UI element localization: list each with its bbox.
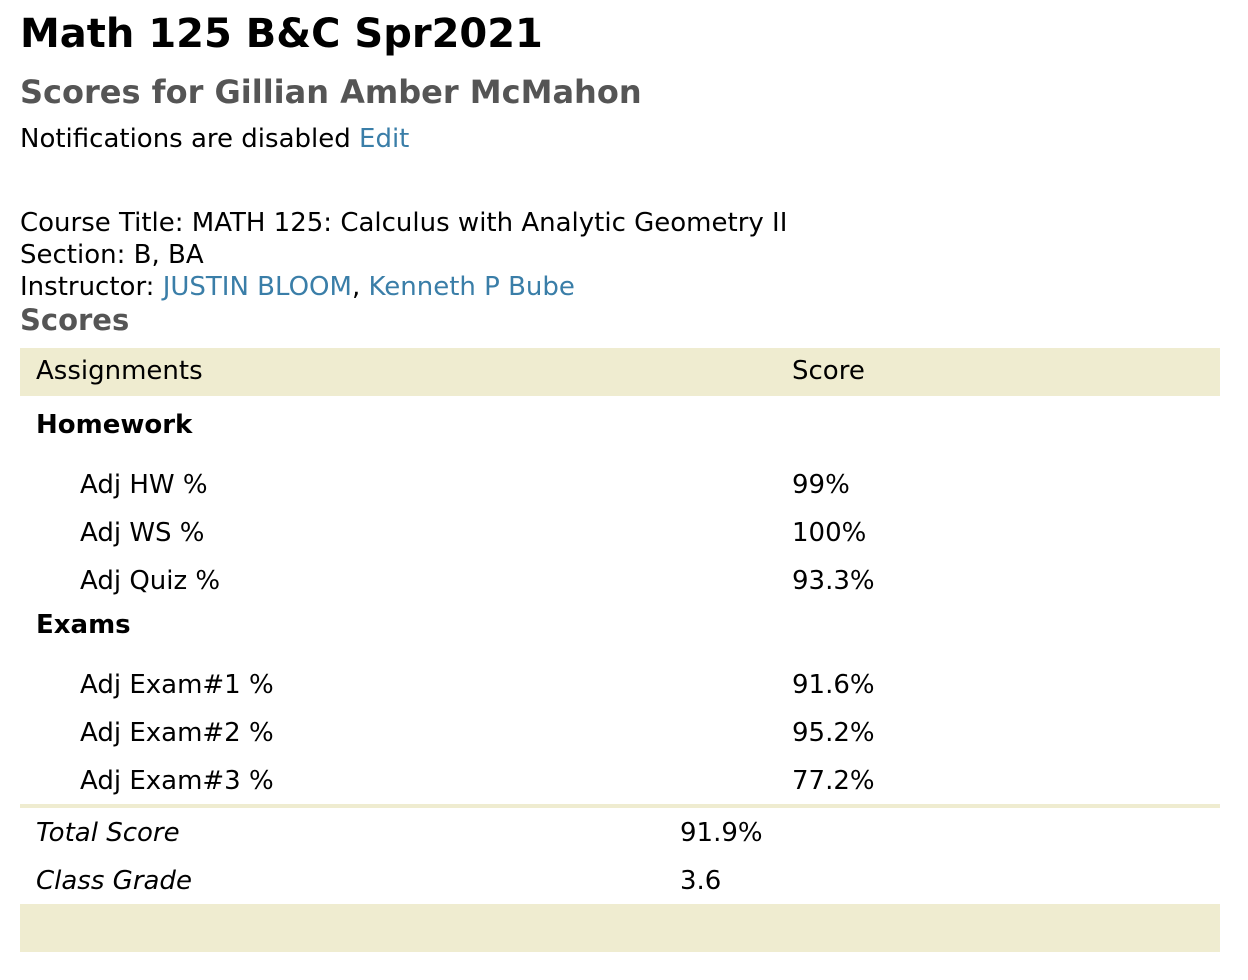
table-row: Adj HW % 99%: [20, 452, 1220, 500]
instructor-link-bube[interactable]: Kenneth P Bube: [368, 272, 574, 302]
score-column-header: Score: [792, 356, 865, 386]
assignment-label: Adj Quiz %: [80, 566, 221, 596]
assignment-label: Adj Exam#1 %: [80, 670, 274, 700]
group-label: Exams: [36, 610, 131, 640]
scores-table-header: Assignments Score: [20, 348, 1220, 396]
course-instructors: Instructor: JUSTIN BLOOM, Kenneth P Bube: [20, 271, 787, 303]
group-row-exams: Exams: [20, 596, 1220, 652]
assignment-score: 95.2%: [792, 718, 875, 748]
course-title: Course Title: MATH 125: Calculus with An…: [20, 208, 788, 238]
assignments-column-header: Assignments: [36, 356, 203, 386]
table-row: Adj WS % 100%: [20, 500, 1220, 548]
total-score-row: Total Score 91.9%: [20, 808, 1220, 856]
class-grade-value: 3.6: [680, 866, 722, 896]
course-section: Section: B, BA: [20, 240, 204, 270]
table-row: Adj Exam#1 % 91.6%: [20, 652, 1220, 700]
class-grade-row: Class Grade 3.6: [20, 856, 1220, 904]
assignment-score: 93.3%: [792, 566, 875, 596]
table-row: Adj Exam#3 % 77.2%: [20, 748, 1220, 796]
instructor-link-bloom[interactable]: JUSTIN BLOOM: [163, 272, 352, 302]
assignment-score: 99%: [792, 470, 850, 500]
notifications-status: Notifications are disabled Edit: [20, 123, 409, 155]
scores-heading: Scores: [20, 303, 130, 337]
course-info: Course Title: MATH 125: Calculus with An…: [20, 207, 787, 303]
scores-table: Assignments Score Homework Adj HW % 99% …: [20, 348, 1220, 952]
assignment-label: Adj WS %: [80, 518, 205, 548]
assignment-label: Adj Exam#3 %: [80, 766, 274, 796]
edit-notifications-link[interactable]: Edit: [359, 124, 409, 154]
notifications-text: Notifications are disabled: [20, 124, 351, 154]
total-score-label: Total Score: [36, 818, 180, 848]
assignment-label: Adj HW %: [80, 470, 208, 500]
student-scores-subtitle: Scores for Gillian Amber McMahon: [20, 73, 642, 111]
instructor-separator: ,: [351, 272, 369, 302]
instructor-label: Instructor:: [20, 272, 163, 302]
group-row-homework: Homework: [20, 396, 1220, 452]
assignment-score: 91.6%: [792, 670, 875, 700]
scores-table-footer: [20, 904, 1220, 952]
group-label: Homework: [36, 410, 193, 440]
total-score-value: 91.9%: [680, 818, 763, 848]
table-row: Adj Quiz % 93.3%: [20, 548, 1220, 596]
table-row: Adj Exam#2 % 95.2%: [20, 700, 1220, 748]
assignment-label: Adj Exam#2 %: [80, 718, 274, 748]
class-grade-label: Class Grade: [36, 866, 192, 896]
page-title: Math 125 B&C Spr2021: [20, 11, 543, 57]
assignment-score: 77.2%: [792, 766, 875, 796]
assignment-score: 100%: [792, 518, 867, 548]
